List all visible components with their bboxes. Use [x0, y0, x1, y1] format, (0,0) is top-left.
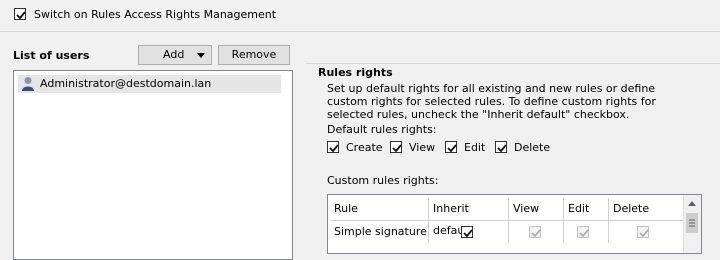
table-row-view-cell	[509, 221, 564, 243]
column-header-delete[interactable]: Delete	[609, 198, 684, 220]
rules-rights-description: Set up default rights for all existing a…	[327, 82, 656, 121]
rules-access-toggle-checkbox[interactable]	[14, 8, 26, 20]
default-delete-checkbox[interactable]	[495, 141, 507, 153]
default-create-checkbox[interactable]	[327, 141, 339, 153]
row-view-checkbox	[529, 226, 541, 238]
column-header-view[interactable]: View	[509, 198, 564, 220]
default-create-label: Create	[346, 141, 383, 154]
user-name: Administrator@destdomain.lan	[40, 77, 212, 90]
list-of-users-title: List of users	[13, 49, 90, 62]
add-user-label: Add	[163, 48, 185, 61]
row-delete-checkbox	[637, 226, 649, 238]
rules-rights-title: Rules rights	[318, 66, 397, 79]
top-separator	[0, 31, 720, 32]
custom-rights-grid[interactable]: Rule Inherit default View Edit Delete Si…	[327, 194, 702, 254]
default-view-label: View	[409, 141, 436, 154]
chevron-down-icon	[197, 53, 205, 58]
column-header-rule[interactable]: Rule	[330, 198, 429, 220]
rules-access-toggle-label: Switch on Rules Access Rights Management	[34, 8, 277, 21]
scroll-up-icon[interactable]	[688, 201, 696, 206]
user-icon	[21, 76, 35, 94]
remove-user-button[interactable]: Remove	[218, 45, 290, 65]
default-edit-checkbox[interactable]	[445, 141, 457, 153]
row-inherit-default-checkbox[interactable]	[461, 226, 473, 238]
default-delete-label: Delete	[514, 141, 551, 154]
table-row-rule[interactable]: Simple signature bc	[330, 221, 429, 243]
scrollbar-thumb[interactable]	[686, 213, 698, 233]
users-list[interactable]: Administrator@destdomain.lan	[13, 70, 293, 260]
row-edit-checkbox	[577, 226, 589, 238]
add-user-button[interactable]: Add	[138, 45, 212, 65]
default-edit-label: Edit	[464, 141, 486, 154]
default-view-checkbox[interactable]	[390, 141, 402, 153]
default-rules-rights-label: Default rules rights:	[327, 123, 437, 136]
custom-rules-rights-label: Custom rules rights:	[327, 174, 439, 187]
rules-rights-separator	[306, 63, 720, 64]
vertical-scrollbar[interactable]	[683, 195, 701, 253]
column-header-inherit-default[interactable]: Inherit default	[429, 198, 509, 237]
column-header-edit[interactable]: Edit	[564, 198, 609, 220]
list-item[interactable]: Administrator@destdomain.lan	[18, 75, 281, 93]
table-row-delete-cell	[609, 221, 684, 243]
table-row-inherit-cell[interactable]	[429, 221, 509, 243]
table-row-edit-cell	[564, 221, 609, 243]
